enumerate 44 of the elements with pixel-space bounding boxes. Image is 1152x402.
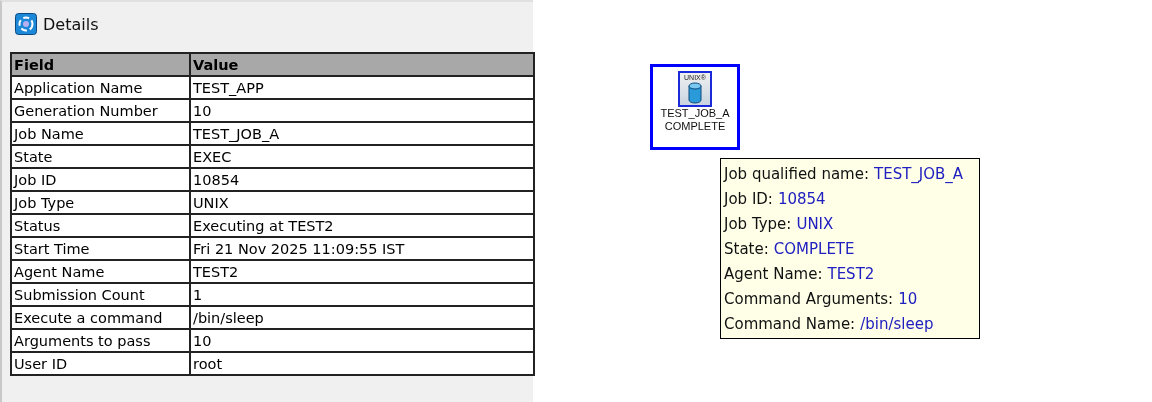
tooltip-value: UNIX [796, 214, 834, 235]
column-header: Field [11, 53, 190, 76]
table-cell: TEST_JOB_A [190, 122, 534, 145]
table-cell: UNIX [190, 191, 534, 214]
table-cell: /bin/sleep [190, 306, 534, 329]
tooltip-value: TEST2 [827, 264, 875, 285]
tooltip-label: State: [724, 239, 769, 260]
table-cell: Status [11, 214, 190, 237]
tooltip-label: Job Type: [724, 214, 792, 235]
table-cell: 10 [190, 99, 534, 122]
table-cell: User ID [11, 352, 190, 375]
table-cell: 1 [190, 283, 534, 306]
tooltip-label: Agent Name: [724, 264, 823, 285]
tooltip-label: Command Name: [724, 314, 856, 335]
table-cell: Job Name [11, 122, 190, 145]
table-cell: Execute a command [11, 306, 190, 329]
table-cell: EXEC [190, 145, 534, 168]
tooltip-value: 10 [898, 289, 918, 310]
tooltip-value: COMPLETE [773, 239, 855, 260]
table-cell: Executing at TEST2 [190, 214, 534, 237]
tooltip-value: 10854 [777, 189, 826, 210]
table-cell: Agent Name [11, 260, 190, 283]
table-cell: TEST_APP [190, 76, 534, 99]
tooltip-label: Command Arguments: [724, 289, 894, 310]
panel-title: Details [43, 14, 99, 34]
table-cell: Submission Count [11, 283, 190, 306]
table-cell: 10854 [190, 168, 534, 191]
tooltip-value: TEST_JOB_A [874, 164, 964, 185]
table-cell: Fri 21 Nov 2025 11:09:55 IST [190, 237, 534, 260]
details-icon [15, 13, 37, 35]
table-cell: 10 [190, 329, 534, 352]
tooltip-label: Job ID: [724, 189, 773, 210]
tooltip-value: /bin/sleep [860, 314, 934, 335]
table-cell: Generation Number [11, 99, 190, 122]
table-cell: root [190, 352, 534, 375]
table-cell: Arguments to pass [11, 329, 190, 352]
table-cell: Application Name [11, 76, 190, 99]
table-cell: TEST2 [190, 260, 534, 283]
tooltip-label: Job qualified name: [724, 164, 869, 185]
table-cell: Start Time [11, 237, 190, 260]
column-header: Value [190, 53, 534, 76]
table-cell: Job Type [11, 191, 190, 214]
table-cell: State [11, 145, 190, 168]
table-cell: Job ID [11, 168, 190, 191]
